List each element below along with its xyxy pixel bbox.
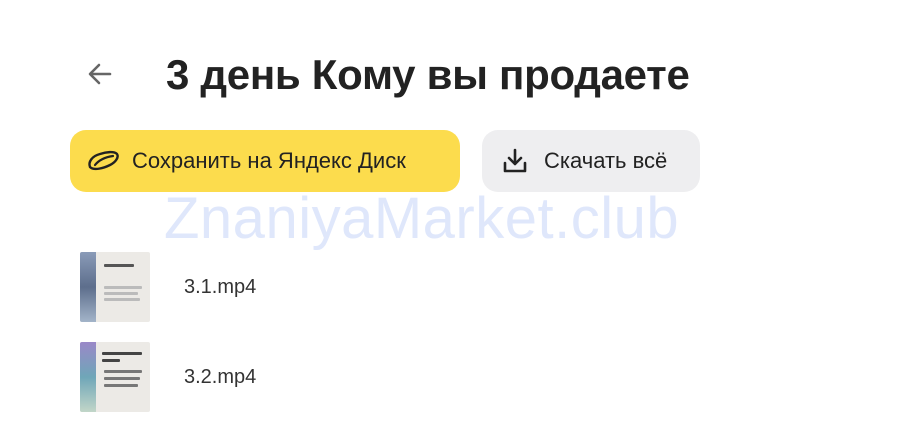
download-button-label: Скачать всё [544,148,668,173]
yandex-disk-icon [86,144,120,178]
file-row[interactable]: 3.2.mp4 [80,342,860,432]
download-all-button[interactable]: Скачать всё [482,130,700,192]
file-list: 3.1.mp4 3.2.mp4 [80,252,860,432]
action-bar: Сохранить на Яндекс Диск Скачать всё [70,130,700,192]
arrow-left-icon [88,63,112,85]
save-button-label: Сохранить на Яндекс Диск [132,148,406,173]
file-name: 3.2.mp4 [184,366,257,388]
page-title: 3 день Кому вы продаете [166,51,690,98]
back-button[interactable] [82,56,118,92]
header: 3 день Кому вы продаете [0,40,900,110]
video-thumbnail [80,342,150,412]
watermark: ZnaniyaMarket.club [164,186,680,251]
download-icon [498,144,532,178]
file-row[interactable]: 3.1.mp4 [80,252,860,342]
file-name: 3.1.mp4 [184,276,257,298]
save-to-yandex-disk-button[interactable]: Сохранить на Яндекс Диск [70,130,460,192]
video-thumbnail [80,252,150,322]
